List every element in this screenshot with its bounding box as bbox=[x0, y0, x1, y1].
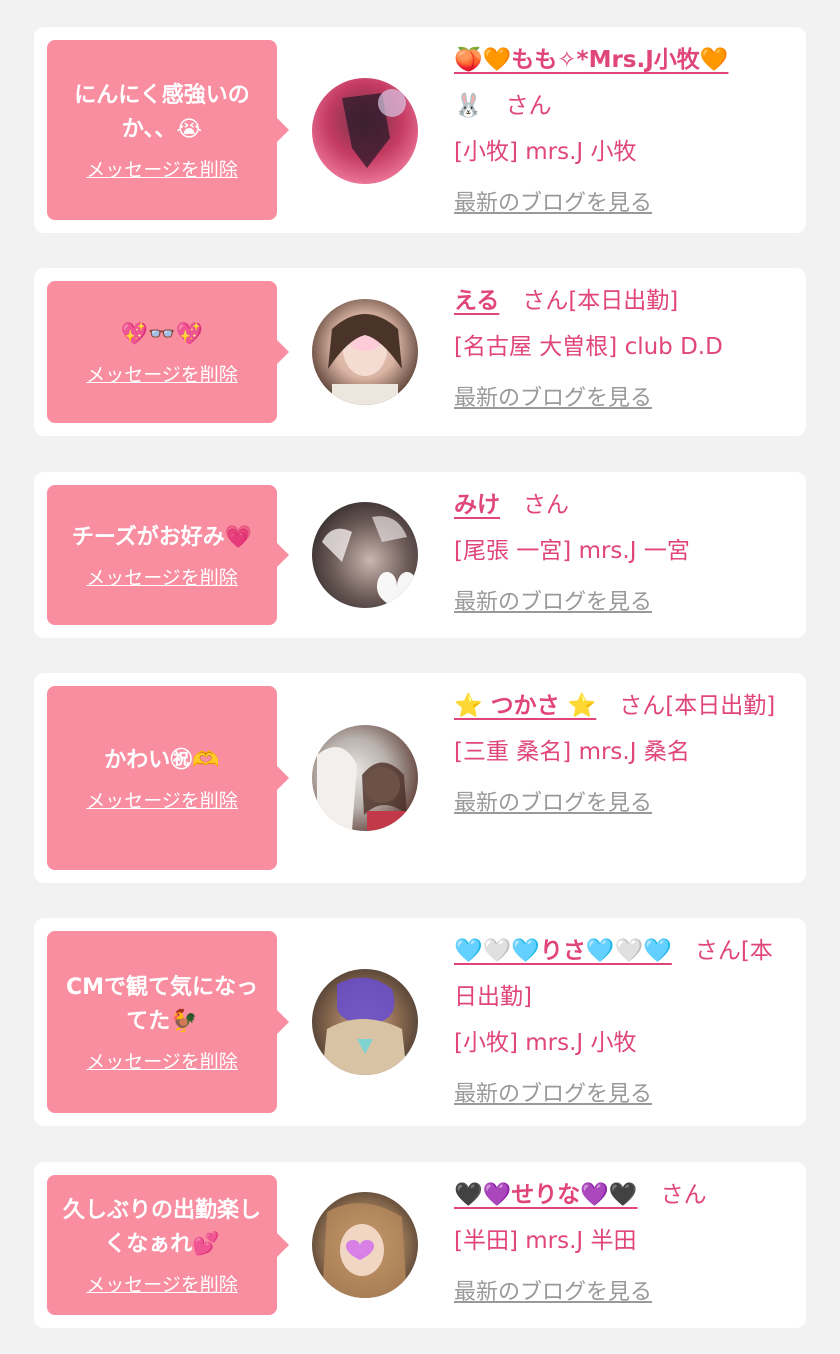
avatar[interactable] bbox=[312, 299, 418, 405]
message-text: チーズがお好み💗 bbox=[71, 524, 253, 550]
avatar-photo bbox=[322, 516, 417, 608]
message-text: 💖👓💖 bbox=[120, 321, 204, 347]
avatar[interactable] bbox=[312, 78, 418, 184]
latest-blog-link[interactable]: 最新のブログを見る bbox=[454, 376, 652, 422]
avatar[interactable] bbox=[312, 502, 418, 608]
cast-name-link[interactable]: える bbox=[454, 288, 499, 314]
avatar-photo bbox=[322, 977, 407, 1075]
honorific: さん[本日出勤] bbox=[596, 693, 776, 719]
latest-blog-link[interactable]: 最新のブログを見る bbox=[454, 781, 652, 827]
avatar-photo bbox=[317, 747, 407, 831]
avatar[interactable] bbox=[312, 969, 418, 1075]
cast-info: みけ さん [尾張 一宮] mrs.J 一宮 最新のブログを見る bbox=[454, 482, 792, 626]
delete-message-link[interactable]: メッセージを削除 bbox=[86, 155, 238, 182]
avatar[interactable] bbox=[312, 1192, 418, 1298]
message-bubble: にんにく感強いのか、、😭 メッセージを削除 bbox=[47, 40, 289, 220]
avatar-photo bbox=[312, 78, 418, 184]
delete-message-link[interactable]: メッセージを削除 bbox=[86, 360, 238, 387]
cast-info: ⭐ つかさ ⭐ さん[本日出勤] [三重 桑名] mrs.J 桑名 最新のブログ… bbox=[454, 683, 792, 827]
message-bubble: CMで観て気になってた🐓 メッセージを削除 bbox=[47, 931, 289, 1113]
message-list: にんにく感強いのか、、😭 メッセージを削除 🍑🧡もも✧*Mrs.J小牧🧡 🐰 さ… bbox=[0, 0, 840, 1354]
message-text: にんにく感強いのか、、😭 bbox=[74, 82, 250, 142]
cast-name-link[interactable]: ⭐ つかさ ⭐ bbox=[454, 693, 596, 719]
shop-name: [半田] mrs.J 半田 bbox=[454, 1228, 637, 1254]
name-line: 🩵🤍🩵りさ🩵🤍🩵 さん[本日出勤] bbox=[454, 928, 792, 1020]
delete-message-link[interactable]: メッセージを削除 bbox=[86, 1270, 238, 1297]
shop-name: [名古屋 大曽根] club D.D bbox=[454, 334, 723, 360]
message-bubble: 久しぶりの出勤楽しくなぁれ💕 メッセージを削除 bbox=[47, 1175, 289, 1315]
latest-blog-link[interactable]: 最新のブログを見る bbox=[454, 580, 652, 626]
cast-info: 🩵🤍🩵りさ🩵🤍🩵 さん[本日出勤] [小牧] mrs.J 小牧 最新のブログを見… bbox=[454, 928, 792, 1118]
message-bubble: チーズがお好み💗 メッセージを削除 bbox=[47, 485, 289, 625]
latest-blog-link[interactable]: 最新のブログを見る bbox=[454, 1072, 652, 1118]
honorific: さん[本日出勤] bbox=[499, 288, 679, 314]
cast-info: える さん[本日出勤] [名古屋 大曽根] club D.D 最新のブログを見る bbox=[454, 278, 792, 422]
name-line: 🍑🧡もも✧*Mrs.J小牧🧡 🐰 さん bbox=[454, 37, 792, 129]
list-item: 💖👓💖 メッセージを削除 える さん[本日出勤] [名古屋 大曽根] club … bbox=[34, 268, 806, 436]
honorific: さん bbox=[500, 492, 569, 518]
name-line: 🖤💜せりな💜🖤 さん bbox=[454, 1172, 792, 1218]
list-item: 久しぶりの出勤楽しくなぁれ💕 メッセージを削除 🖤💜せりな💜🖤 さん [半田] … bbox=[34, 1162, 806, 1328]
avatar-photo bbox=[328, 314, 402, 405]
cast-name-link[interactable]: 🩵🤍🩵りさ🩵🤍🩵 bbox=[454, 938, 672, 964]
cast-name-link[interactable]: 🖤💜せりな💜🖤 bbox=[454, 1182, 638, 1208]
honorific: さん bbox=[637, 1182, 707, 1208]
delete-message-link[interactable]: メッセージを削除 bbox=[86, 1047, 238, 1074]
message-bubble: 💖👓💖 メッセージを削除 bbox=[47, 281, 289, 423]
message-text: かわい㊗🫶 bbox=[104, 747, 220, 773]
message-text: 久しぶりの出勤楽しくなぁれ💕 bbox=[62, 1197, 261, 1257]
latest-blog-link[interactable]: 最新のブログを見る bbox=[454, 1270, 652, 1316]
shop-name: [三重 桑名] mrs.J 桑名 bbox=[454, 739, 690, 765]
name-line: える さん[本日出勤] bbox=[454, 278, 792, 324]
shop-name: [尾張 一宮] mrs.J 一宮 bbox=[454, 538, 690, 564]
list-item: かわい㊗🫶 メッセージを削除 ⭐ つかさ ⭐ さん[本日出勤] [三重 桑名] … bbox=[34, 673, 806, 883]
delete-message-link[interactable]: メッセージを削除 bbox=[86, 563, 238, 590]
avatar-photo bbox=[322, 1203, 407, 1298]
message-text: CMで観て気になってた🐓 bbox=[65, 974, 259, 1034]
name-line: みけ さん bbox=[454, 482, 792, 528]
latest-blog-link[interactable]: 最新のブログを見る bbox=[454, 181, 652, 227]
list-item: CMで観て気になってた🐓 メッセージを削除 🩵🤍🩵りさ🩵🤍🩵 さん[本日出勤] … bbox=[34, 918, 806, 1126]
cast-info: 🍑🧡もも✧*Mrs.J小牧🧡 🐰 さん [小牧] mrs.J 小牧 最新のブログ… bbox=[454, 37, 792, 227]
shop-name: [小牧] mrs.J 小牧 bbox=[454, 1030, 637, 1056]
delete-message-link[interactable]: メッセージを削除 bbox=[86, 786, 238, 813]
shop-name: [小牧] mrs.J 小牧 bbox=[454, 139, 637, 165]
list-item: チーズがお好み💗 メッセージを削除 みけ さん [尾張 一宮] mrs.J 一宮… bbox=[34, 472, 806, 638]
cast-name-link[interactable]: 🍑🧡もも✧*Mrs.J小牧🧡 bbox=[454, 47, 728, 73]
cast-info: 🖤💜せりな💜🖤 さん [半田] mrs.J 半田 最新のブログを見る bbox=[454, 1172, 792, 1316]
avatar[interactable] bbox=[312, 725, 418, 831]
list-item: にんにく感強いのか、、😭 メッセージを削除 🍑🧡もも✧*Mrs.J小牧🧡 🐰 さ… bbox=[34, 27, 806, 233]
cast-name-link[interactable]: みけ bbox=[454, 492, 500, 518]
name-line: ⭐ つかさ ⭐ さん[本日出勤] bbox=[454, 683, 792, 729]
message-bubble: かわい㊗🫶 メッセージを削除 bbox=[47, 686, 289, 870]
honorific: 🐰 さん bbox=[454, 93, 552, 119]
